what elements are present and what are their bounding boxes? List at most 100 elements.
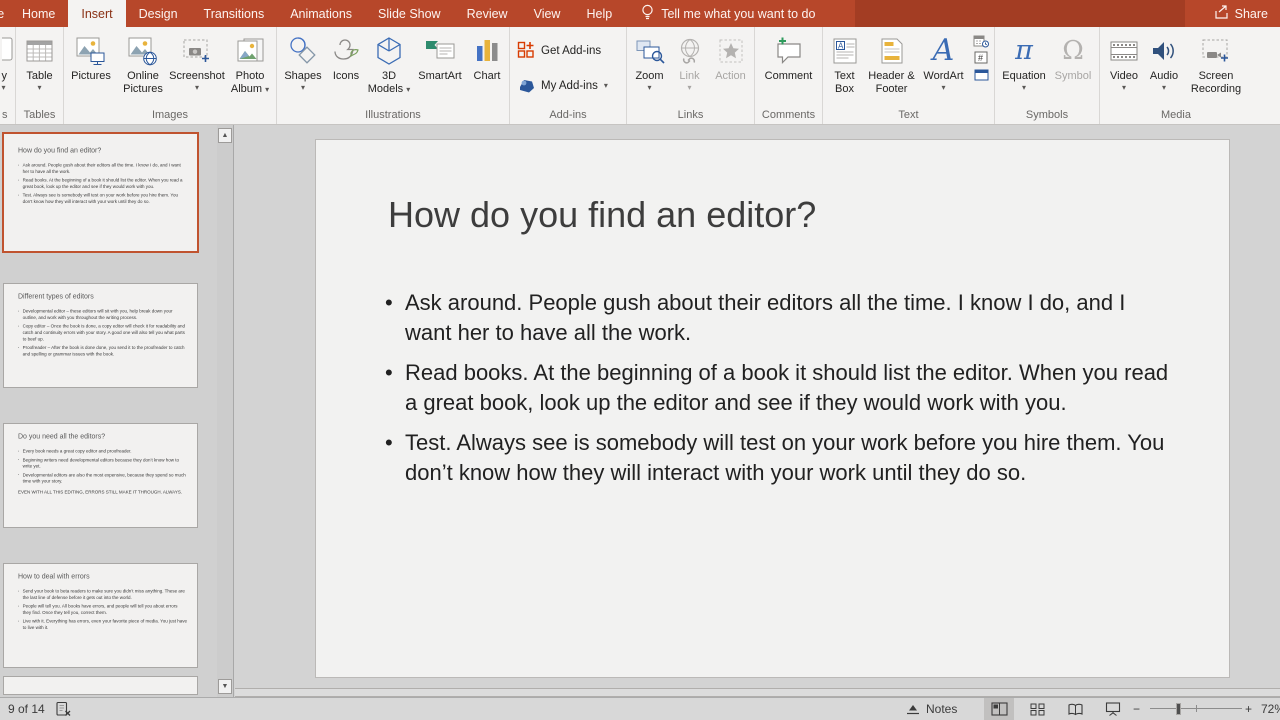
ribbon-group-links: Zoom ▾ Link ▾ Action Links	[627, 27, 755, 124]
scroll-down-button[interactable]: ▼	[218, 679, 232, 694]
dropdown-arrow-icon: ▾	[687, 83, 691, 92]
dropdown-arrow-icon: ▾	[37, 83, 41, 92]
horizontal-scrollbar[interactable]	[235, 688, 1280, 697]
tab-insert[interactable]: Insert	[68, 0, 125, 27]
normal-view-icon	[991, 702, 1008, 716]
group-label-tables: Tables	[16, 109, 63, 121]
slide-number-button[interactable]: #	[973, 51, 990, 64]
scroll-up-button[interactable]: ▲	[218, 128, 232, 143]
3d-models-button[interactable]: 3D Models ▾	[365, 29, 413, 96]
video-button[interactable]: Video ▾	[1104, 29, 1144, 92]
icons-button[interactable]: Icons	[327, 29, 365, 83]
video-label: Video	[1110, 70, 1138, 83]
table-button[interactable]: Table ▾	[26, 29, 53, 92]
zoom-level[interactable]: 72%	[1261, 698, 1280, 720]
thumbnail-slide-4[interactable]: How to deal with errors Send your book t…	[3, 563, 198, 668]
get-addins-label: Get Add-ins	[541, 45, 601, 57]
share-button[interactable]: Share	[1214, 0, 1268, 27]
tab-design[interactable]: Design	[126, 0, 191, 27]
photo-album-button[interactable]: Photo Album ▾	[225, 29, 275, 96]
dropdown-arrow-icon: ▾	[1162, 83, 1166, 92]
slide-show-icon	[1105, 702, 1121, 716]
my-addins-label: My Add-ins	[541, 80, 598, 92]
shapes-label: Shapes	[284, 70, 321, 83]
audio-button[interactable]: Audio ▾	[1144, 29, 1184, 92]
thumbnail-bullet: Developmental editor – these editors wil…	[18, 308, 187, 321]
equation-button[interactable]: π Equation ▾	[998, 29, 1050, 92]
screen-recording-label: Screen Recording	[1184, 70, 1248, 96]
thumbnail-bullets: Developmental editor – these editors wil…	[18, 308, 187, 357]
thumbnail-slide-3[interactable]: Do you need all the editors? Every book …	[3, 423, 198, 528]
dropdown-arrow-icon: ▾	[301, 83, 305, 92]
link-button[interactable]: Link ▾	[671, 29, 709, 92]
ribbon-tab-bar: File Home Insert Design Transitions Anim…	[0, 0, 1280, 27]
slide-canvas[interactable]: How do you find an editor? Ask around. P…	[315, 139, 1230, 678]
screen-recording-icon	[1201, 32, 1231, 70]
dropdown-arrow-icon: ▾	[2, 83, 6, 92]
tab-transitions[interactable]: Transitions	[191, 0, 278, 27]
zoom-slider[interactable]	[1150, 698, 1242, 720]
thumbnail-title: How do you find an editor?	[18, 147, 187, 155]
tab-animations[interactable]: Animations	[277, 0, 365, 27]
comment-button[interactable]: Comment	[759, 29, 819, 83]
object-button[interactable]	[973, 68, 990, 81]
slide-title-textbox[interactable]: How do you find an editor?	[388, 194, 816, 236]
action-button[interactable]: Action	[709, 29, 753, 83]
spellcheck-button[interactable]	[55, 698, 72, 720]
dropdown-arrow-icon: ▾	[406, 85, 410, 94]
tab-file[interactable]: File	[0, 0, 9, 27]
tab-home[interactable]: Home	[9, 0, 68, 27]
pictures-label: Pictures	[71, 70, 111, 83]
tab-slide-show[interactable]: Slide Show	[365, 0, 454, 27]
thumbnail-bullet: Developmental editors are also the most …	[18, 472, 187, 485]
slide-editing-area: How do you find an editor? Ask around. P…	[235, 125, 1280, 697]
zoom-slider-track[interactable]	[1150, 698, 1242, 720]
smartart-button[interactable]: SmartArt	[413, 29, 467, 83]
slide-bullet: Ask around. People gush about their edit…	[385, 288, 1170, 348]
text-box-button[interactable]: A Text Box	[825, 29, 865, 96]
thumbnail-scrollbar[interactable]: ▲ ▼	[217, 125, 233, 697]
group-label-addins: Add-ins	[510, 109, 626, 121]
group-label-media: Media	[1100, 109, 1252, 121]
slide-sorter-button[interactable]	[1022, 698, 1052, 720]
chart-button[interactable]: Chart	[467, 29, 507, 83]
tab-review[interactable]: Review	[454, 0, 521, 27]
thumbnail-bullet: Ask around. People gush about their edit…	[18, 162, 187, 175]
pictures-button[interactable]: Pictures	[65, 29, 117, 83]
shapes-button[interactable]: Shapes ▾	[279, 29, 327, 92]
zoom-out-button[interactable]: −	[1133, 698, 1140, 720]
zoom-button[interactable]: Zoom ▾	[629, 29, 671, 92]
new-slide-icon	[2, 32, 14, 70]
slide-body-textbox[interactable]: Ask around. People gush about their edit…	[385, 288, 1170, 498]
zoom-in-button[interactable]: +	[1245, 698, 1252, 720]
tell-me-box[interactable]: Tell me what you want to do	[641, 0, 815, 27]
symbol-button[interactable]: Ω Symbol	[1050, 29, 1096, 83]
table-icon	[26, 32, 53, 70]
notes-button[interactable]: Notes	[906, 698, 957, 720]
online-pictures-label: Online Pictures	[117, 70, 169, 96]
screen-recording-button[interactable]: Screen Recording	[1184, 29, 1248, 96]
zoom-icon	[635, 32, 665, 70]
wordart-button[interactable]: A WordArt ▾	[919, 29, 969, 92]
new-slide-button-clipped[interactable]: y ▾	[2, 29, 14, 92]
ribbon: y ▾ s Table ▾ Tables Pictures	[0, 27, 1280, 125]
slide-bullet: Test. Always see is somebody will test o…	[385, 428, 1170, 488]
get-addins-button[interactable]: Get Add-ins	[511, 34, 607, 69]
smartart-label: SmartArt	[418, 70, 461, 83]
online-pictures-button[interactable]: Online Pictures	[117, 29, 169, 96]
date-time-button[interactable]	[973, 34, 990, 47]
thumbnail-slide-1[interactable]: How do you find an editor? Ask around. P…	[2, 132, 199, 253]
tab-help[interactable]: Help	[573, 0, 625, 27]
normal-view-button[interactable]	[984, 698, 1014, 720]
slide-show-button[interactable]	[1098, 698, 1128, 720]
my-addins-button[interactable]: My Add-ins ▾	[511, 69, 614, 103]
tab-view[interactable]: View	[521, 0, 574, 27]
screenshot-button[interactable]: Screenshot ▾	[169, 29, 225, 92]
zoom-slider-thumb[interactable]	[1176, 703, 1181, 715]
thumbnail-bullet: Copy editor – Once the book is done, a c…	[18, 323, 187, 342]
thumbnail-slide-2[interactable]: Different types of editors Developmental…	[3, 283, 198, 388]
header-footer-button[interactable]: Header & Footer	[865, 29, 919, 96]
thumbnail-slide-5-partial[interactable]	[3, 676, 198, 695]
reading-view-button[interactable]	[1060, 698, 1090, 720]
shapes-icon	[288, 32, 318, 70]
